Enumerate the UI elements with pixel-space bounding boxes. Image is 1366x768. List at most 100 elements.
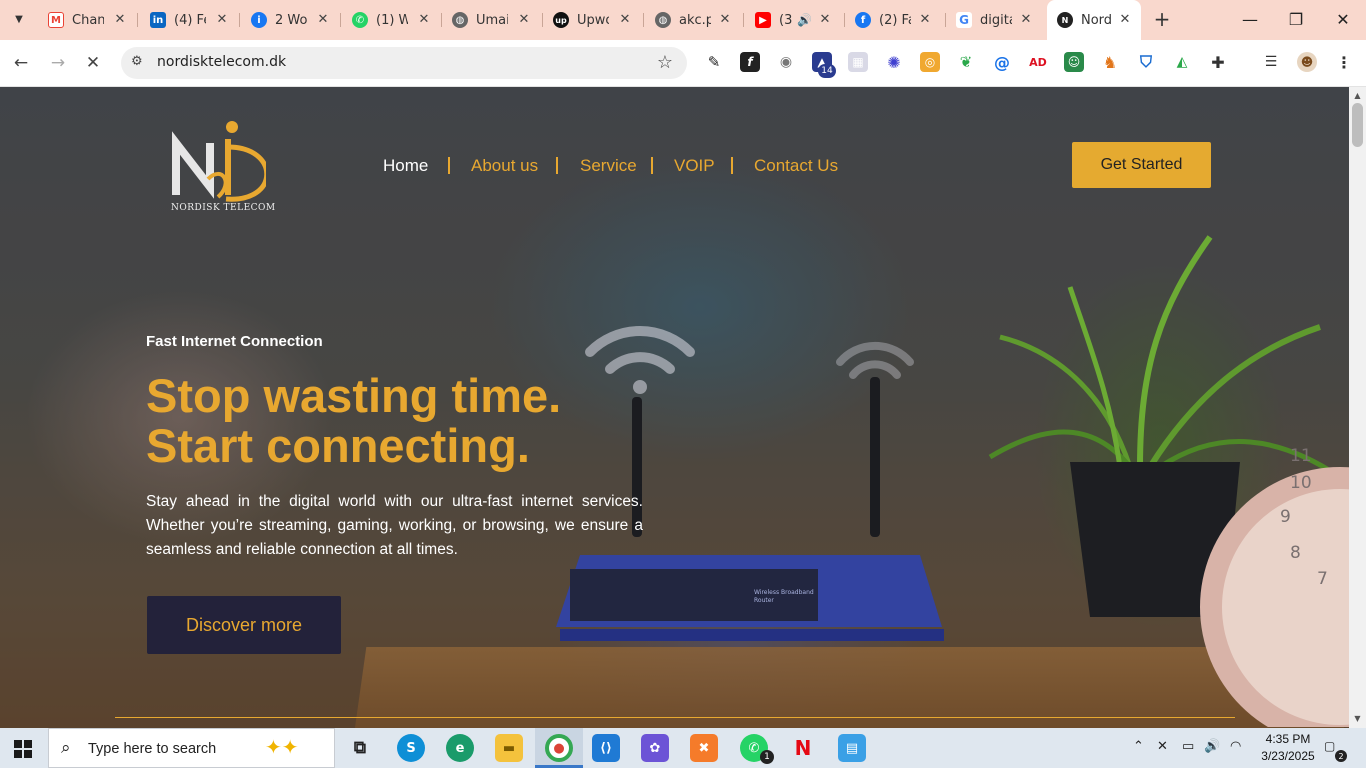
tab-nordisk-active[interactable]: N Nordisk ✕ <box>1047 0 1141 40</box>
tab-divider <box>239 13 240 27</box>
close-icon[interactable]: ✕ <box>315 12 331 28</box>
close-icon[interactable]: ✕ <box>1117 12 1133 28</box>
task-view-icon[interactable]: ⧉ <box>346 734 374 762</box>
tab-akc[interactable]: ◍ akc.pk ✕ <box>655 6 733 34</box>
taskbar-clock[interactable]: 4:35 PM 3/23/2025 <box>1256 731 1320 765</box>
close-icon[interactable]: ✕ <box>112 12 128 28</box>
window-close-icon[interactable]: ✕ <box>1333 10 1353 30</box>
new-tab-plus-icon[interactable]: + <box>1152 9 1172 30</box>
netflix-icon[interactable]: N <box>789 734 817 762</box>
leaf-extension-icon[interactable]: ❦ <box>956 52 976 72</box>
drive-extension-icon[interactable]: ◭ <box>1172 52 1192 72</box>
nav-about-us[interactable]: About us <box>471 156 538 176</box>
input-language-icon[interactable]: ✕ <box>1157 739 1168 754</box>
speaker-icon[interactable]: 🔊 <box>797 13 812 27</box>
address-bar[interactable]: ⚙ nordisktelecom.dk ☆ <box>121 47 687 79</box>
page-scrollbar[interactable]: ▲ ▼ <box>1349 87 1366 728</box>
scroll-down-arrow-icon[interactable]: ▼ <box>1353 714 1362 723</box>
chrome-icon[interactable]: ● <box>545 734 573 762</box>
skype-icon[interactable]: S <box>397 734 425 762</box>
minimize-icon[interactable]: — <box>1240 10 1260 30</box>
forward-arrow-icon[interactable]: → <box>47 52 69 74</box>
close-icon[interactable]: ✕ <box>516 12 532 28</box>
close-icon[interactable]: ✕ <box>617 12 633 28</box>
media-control-icon[interactable]: ☰ <box>1261 52 1281 72</box>
extensions-puzzle-icon[interactable]: ✚ <box>1208 52 1228 72</box>
camera-icon[interactable]: ◉ <box>776 52 796 72</box>
url-text[interactable]: nordisktelecom.dk <box>157 54 286 70</box>
restore-icon[interactable]: ❐ <box>1286 10 1306 30</box>
scroll-up-arrow-icon[interactable]: ▲ <box>1353 91 1362 100</box>
eyedropper-icon[interactable]: ✎ <box>704 52 724 72</box>
taskbar-search-box[interactable]: ⌕ Type here to search ✦✦ <box>48 728 335 768</box>
tab-divider <box>542 13 543 27</box>
wifi-icon[interactable]: ◠ <box>1230 739 1241 754</box>
logo-wordmark: NORDISK TELECOM <box>171 203 276 213</box>
battery-icon[interactable]: ▭ <box>1182 739 1194 754</box>
tab-info[interactable]: i 2 Words ✕ <box>251 6 331 34</box>
tab-google[interactable]: G digital ✕ <box>956 6 1034 34</box>
nordisk-logo[interactable] <box>170 117 266 213</box>
tab-divider <box>844 13 845 27</box>
shield-icon[interactable]: ⛉ <box>1136 52 1156 72</box>
search-highlight-sparkle-icon: ✦✦ <box>265 735 299 759</box>
edge-icon[interactable]: e <box>446 734 474 762</box>
vscode-icon[interactable]: ⟨⟩ <box>592 734 620 762</box>
sparkle-extension-icon[interactable]: ✺ <box>884 52 904 72</box>
adblock-icon[interactable]: AD <box>1028 52 1048 72</box>
file-explorer-icon[interactable]: ▬ <box>495 734 523 762</box>
metamask-fox-icon[interactable]: ♞ <box>1100 52 1120 72</box>
tab-linkedin[interactable]: in (4) Feed ✕ <box>150 6 230 34</box>
formula-icon[interactable]: f <box>740 52 760 72</box>
tab-search-chevron-icon[interactable]: ▼ <box>8 8 30 30</box>
scrollbar-thumb[interactable] <box>1352 103 1363 147</box>
clock-date: 3/23/2025 <box>1261 749 1315 763</box>
grid-extension-icon[interactable]: ▦ <box>848 52 868 72</box>
tab-title: Umair <box>476 12 508 28</box>
tab-upwork[interactable]: up Upwork ✕ <box>553 6 633 34</box>
robot-extension-icon[interactable]: ☺ <box>1064 52 1084 72</box>
close-icon[interactable]: ✕ <box>416 12 432 28</box>
xampp-icon[interactable]: ✖ <box>690 734 718 762</box>
stop-loading-icon[interactable]: ✕ <box>82 52 104 74</box>
close-icon[interactable]: ✕ <box>817 12 833 28</box>
close-icon[interactable]: ✕ <box>1018 12 1034 28</box>
nav-contact-us[interactable]: Contact Us <box>754 156 838 176</box>
at-sign-icon[interactable]: @ <box>992 52 1012 72</box>
tab-whatsapp[interactable]: ✆ (1) WhatsApp ✕ <box>352 6 432 34</box>
tab-youtube[interactable]: ▶ (3) 🔊 ✕ <box>755 6 833 34</box>
store-app-icon[interactable]: ▤ <box>838 734 866 762</box>
tab-divider <box>340 13 341 27</box>
globe-icon: ◍ <box>655 12 671 28</box>
tray-chevron-up-icon[interactable]: ⌃ <box>1133 739 1144 754</box>
copilot-icon[interactable]: ✿ <box>641 734 669 762</box>
close-icon[interactable]: ✕ <box>917 12 933 28</box>
windows-start-icon[interactable] <box>14 740 32 758</box>
hero-headline-line-1: Stop wasting time. <box>146 369 562 422</box>
browser-toolbar: ← → ✕ ⚙ nordisktelecom.dk ☆ <box>0 40 1366 87</box>
tab-title: (3) <box>779 12 793 28</box>
volume-icon[interactable]: 🔊 <box>1204 739 1220 754</box>
tab-gmail[interactable]: M Change ✕ <box>48 6 128 34</box>
nav-voip[interactable]: VOIP <box>674 156 715 176</box>
close-icon[interactable]: ✕ <box>717 12 733 28</box>
profile-avatar[interactable]: ☻ <box>1297 52 1317 72</box>
facebook-icon: f <box>855 12 871 28</box>
clock-numeral: 10 <box>1290 473 1312 493</box>
discover-more-button[interactable]: Discover more <box>147 596 341 654</box>
section-divider <box>115 717 1235 718</box>
tab-umair[interactable]: ◍ Umair ✕ <box>452 6 532 34</box>
back-arrow-icon[interactable]: ← <box>10 52 32 74</box>
bookmark-star-icon[interactable]: ☆ <box>657 52 673 73</box>
nav-divider <box>731 157 733 174</box>
nav-service[interactable]: Service <box>580 156 637 176</box>
box-extension-icon[interactable]: ◎ <box>920 52 940 72</box>
kebab-menu-icon[interactable]: ⋮ <box>1334 52 1354 72</box>
tab-facebook[interactable]: f (2) Facebook ✕ <box>855 6 933 34</box>
site-settings-icon[interactable]: ⚙ <box>131 54 143 69</box>
nav-home[interactable]: Home <box>383 156 428 176</box>
nav-divider <box>556 157 558 174</box>
nav-divider <box>448 157 450 174</box>
get-started-button[interactable]: Get Started <box>1072 142 1211 188</box>
close-icon[interactable]: ✕ <box>214 12 230 28</box>
